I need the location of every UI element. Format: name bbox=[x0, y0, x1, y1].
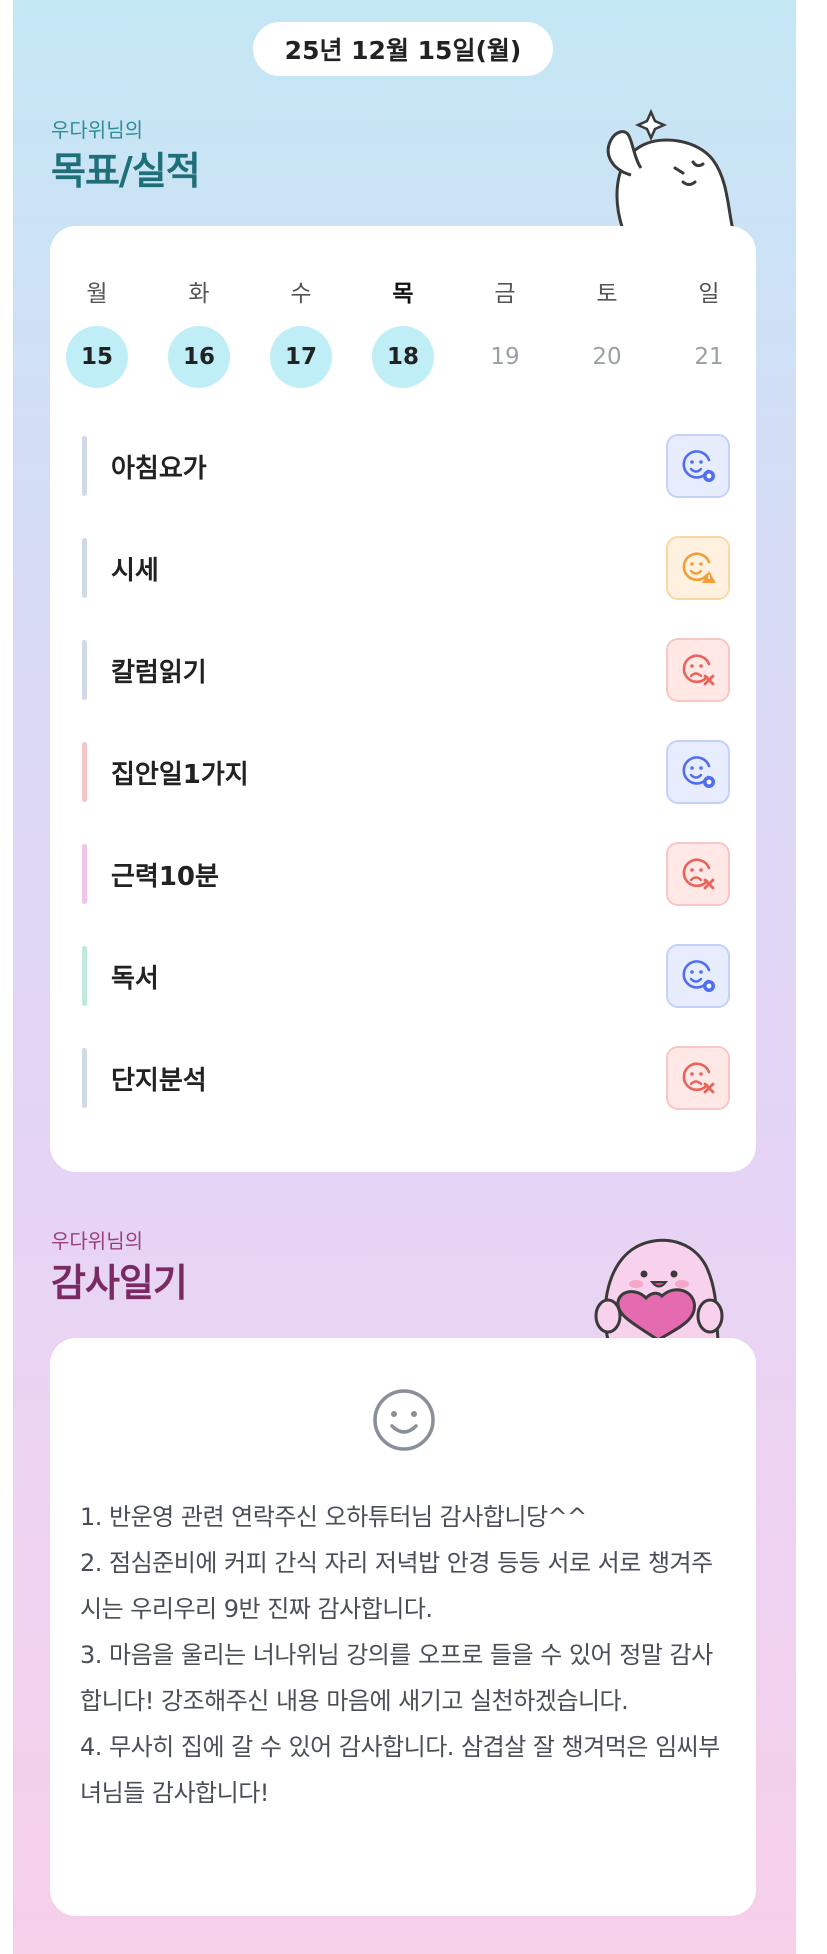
smile-check-icon bbox=[682, 450, 715, 482]
goal-color-bar bbox=[82, 946, 87, 1006]
weekday-mon: 월 bbox=[65, 274, 129, 308]
gratitude-entry: 3. 마음을 울리는 너나위님 강의를 오프로 들을 수 있어 정말 감사합니다… bbox=[80, 1641, 713, 1715]
date-15-button[interactable]: 15 bbox=[66, 326, 128, 388]
goal-status-button[interactable] bbox=[666, 842, 730, 906]
weekday-thu: 목 bbox=[371, 274, 435, 308]
sad-x-icon bbox=[682, 654, 715, 686]
date-20-button[interactable]: 20 bbox=[576, 326, 638, 388]
goal-color-bar bbox=[82, 1048, 87, 1108]
weekday-label-today: 목 bbox=[392, 281, 414, 307]
goals-title: 목표/실적 bbox=[51, 149, 201, 193]
goal-color-bar bbox=[82, 742, 87, 802]
gratitude-subtitle: 우다위님의 bbox=[51, 1229, 143, 1253]
gratitude-title: 감사일기 bbox=[51, 1261, 188, 1305]
goals-card: 월 화 수 목 금 토 일 15 16 17 18 19 20 21 아침요가 bbox=[50, 226, 756, 1172]
pink-mascot-heart-illustration bbox=[594, 1238, 724, 1340]
gratitude-card: 1. 반운영 관련 연락주신 오하튜터님 감사합니당^^ 2. 점심준비에 커피… bbox=[50, 1338, 756, 1916]
weekday-sat: 토 bbox=[575, 274, 639, 308]
smile-warning-icon bbox=[682, 552, 716, 583]
weekday-label: 금 bbox=[494, 281, 516, 307]
goal-color-bar bbox=[82, 640, 87, 700]
goal-status-button[interactable] bbox=[666, 536, 730, 600]
goal-label: 독서 bbox=[111, 963, 159, 994]
goal-status-button[interactable] bbox=[666, 740, 730, 804]
date-pill[interactable]: 25년 12월 15일(월) bbox=[253, 22, 553, 76]
goal-color-bar bbox=[82, 436, 87, 496]
goal-item[interactable]: 근력10분 bbox=[82, 842, 730, 906]
page-background: 25년 12월 15일(월) 우다위님의 목표/실적 월 화 수 목 금 토 일… bbox=[13, 0, 796, 1954]
goal-label: 단지분석 bbox=[111, 1065, 207, 1096]
weekday-tue: 화 bbox=[167, 274, 231, 308]
goal-item[interactable]: 단지분석 bbox=[82, 1046, 730, 1110]
gratitude-entry: 4. 무사히 집에 갈 수 있어 감사합니다. 삼겹살 잘 챙겨먹은 임씨부녀님… bbox=[80, 1733, 720, 1807]
goal-status-button[interactable] bbox=[666, 434, 730, 498]
goal-item[interactable]: 집안일1가지 bbox=[82, 740, 730, 804]
smile-check-icon bbox=[682, 960, 715, 992]
goal-item[interactable]: 시세 bbox=[82, 536, 730, 600]
sad-x-icon bbox=[682, 858, 715, 890]
weekday-row: 월 화 수 목 금 토 일 bbox=[65, 274, 741, 308]
goal-status-button[interactable] bbox=[666, 638, 730, 702]
goal-item[interactable]: 독서 bbox=[82, 944, 730, 1008]
gratitude-entry: 1. 반운영 관련 연락주신 오하튜터님 감사합니당^^ bbox=[80, 1503, 587, 1531]
smile-check-icon bbox=[682, 756, 715, 788]
weekday-fri: 금 bbox=[473, 274, 537, 308]
gratitude-diary-text: 1. 반운영 관련 연락주신 오하튜터님 감사합니당^^ 2. 점심준비에 커피… bbox=[80, 1494, 730, 1816]
goal-color-bar bbox=[82, 844, 87, 904]
goal-item[interactable]: 아침요가 bbox=[82, 434, 730, 498]
goals-subtitle: 우다위님의 bbox=[51, 118, 143, 142]
weekday-label: 화 bbox=[188, 281, 210, 307]
goal-label: 집안일1가지 bbox=[111, 759, 249, 790]
date-18-button[interactable]: 18 bbox=[372, 326, 434, 388]
goal-label: 아침요가 bbox=[111, 453, 207, 484]
goal-label: 근력10분 bbox=[111, 861, 219, 892]
weekday-sun: 일 bbox=[677, 274, 741, 308]
weekday-label: 수 bbox=[290, 281, 312, 307]
weekday-label: 월 bbox=[86, 281, 108, 307]
date-row: 15 16 17 18 19 20 21 bbox=[65, 326, 741, 388]
sad-x-icon bbox=[682, 1062, 715, 1094]
weekday-label: 일 bbox=[698, 281, 720, 307]
date-21-button[interactable]: 21 bbox=[678, 326, 740, 388]
goal-status-button[interactable] bbox=[666, 944, 730, 1008]
goal-label: 시세 bbox=[111, 555, 159, 586]
date-17-button[interactable]: 17 bbox=[270, 326, 332, 388]
goal-label: 칼럼읽기 bbox=[111, 657, 207, 688]
date-19-button[interactable]: 19 bbox=[474, 326, 536, 388]
goal-color-bar bbox=[82, 538, 87, 598]
gratitude-entry: 2. 점심준비에 커피 간식 자리 저녁밥 안경 등등 서로 서로 챙겨주시는 … bbox=[80, 1549, 713, 1623]
weekday-label: 토 bbox=[596, 281, 618, 307]
goal-status-button[interactable] bbox=[666, 1046, 730, 1110]
ghost-mascot-illustration bbox=[606, 108, 735, 230]
weekday-wed: 수 bbox=[269, 274, 333, 308]
smiley-face-icon[interactable] bbox=[372, 1388, 436, 1452]
goal-item[interactable]: 칼럼읽기 bbox=[82, 638, 730, 702]
date-16-button[interactable]: 16 bbox=[168, 326, 230, 388]
